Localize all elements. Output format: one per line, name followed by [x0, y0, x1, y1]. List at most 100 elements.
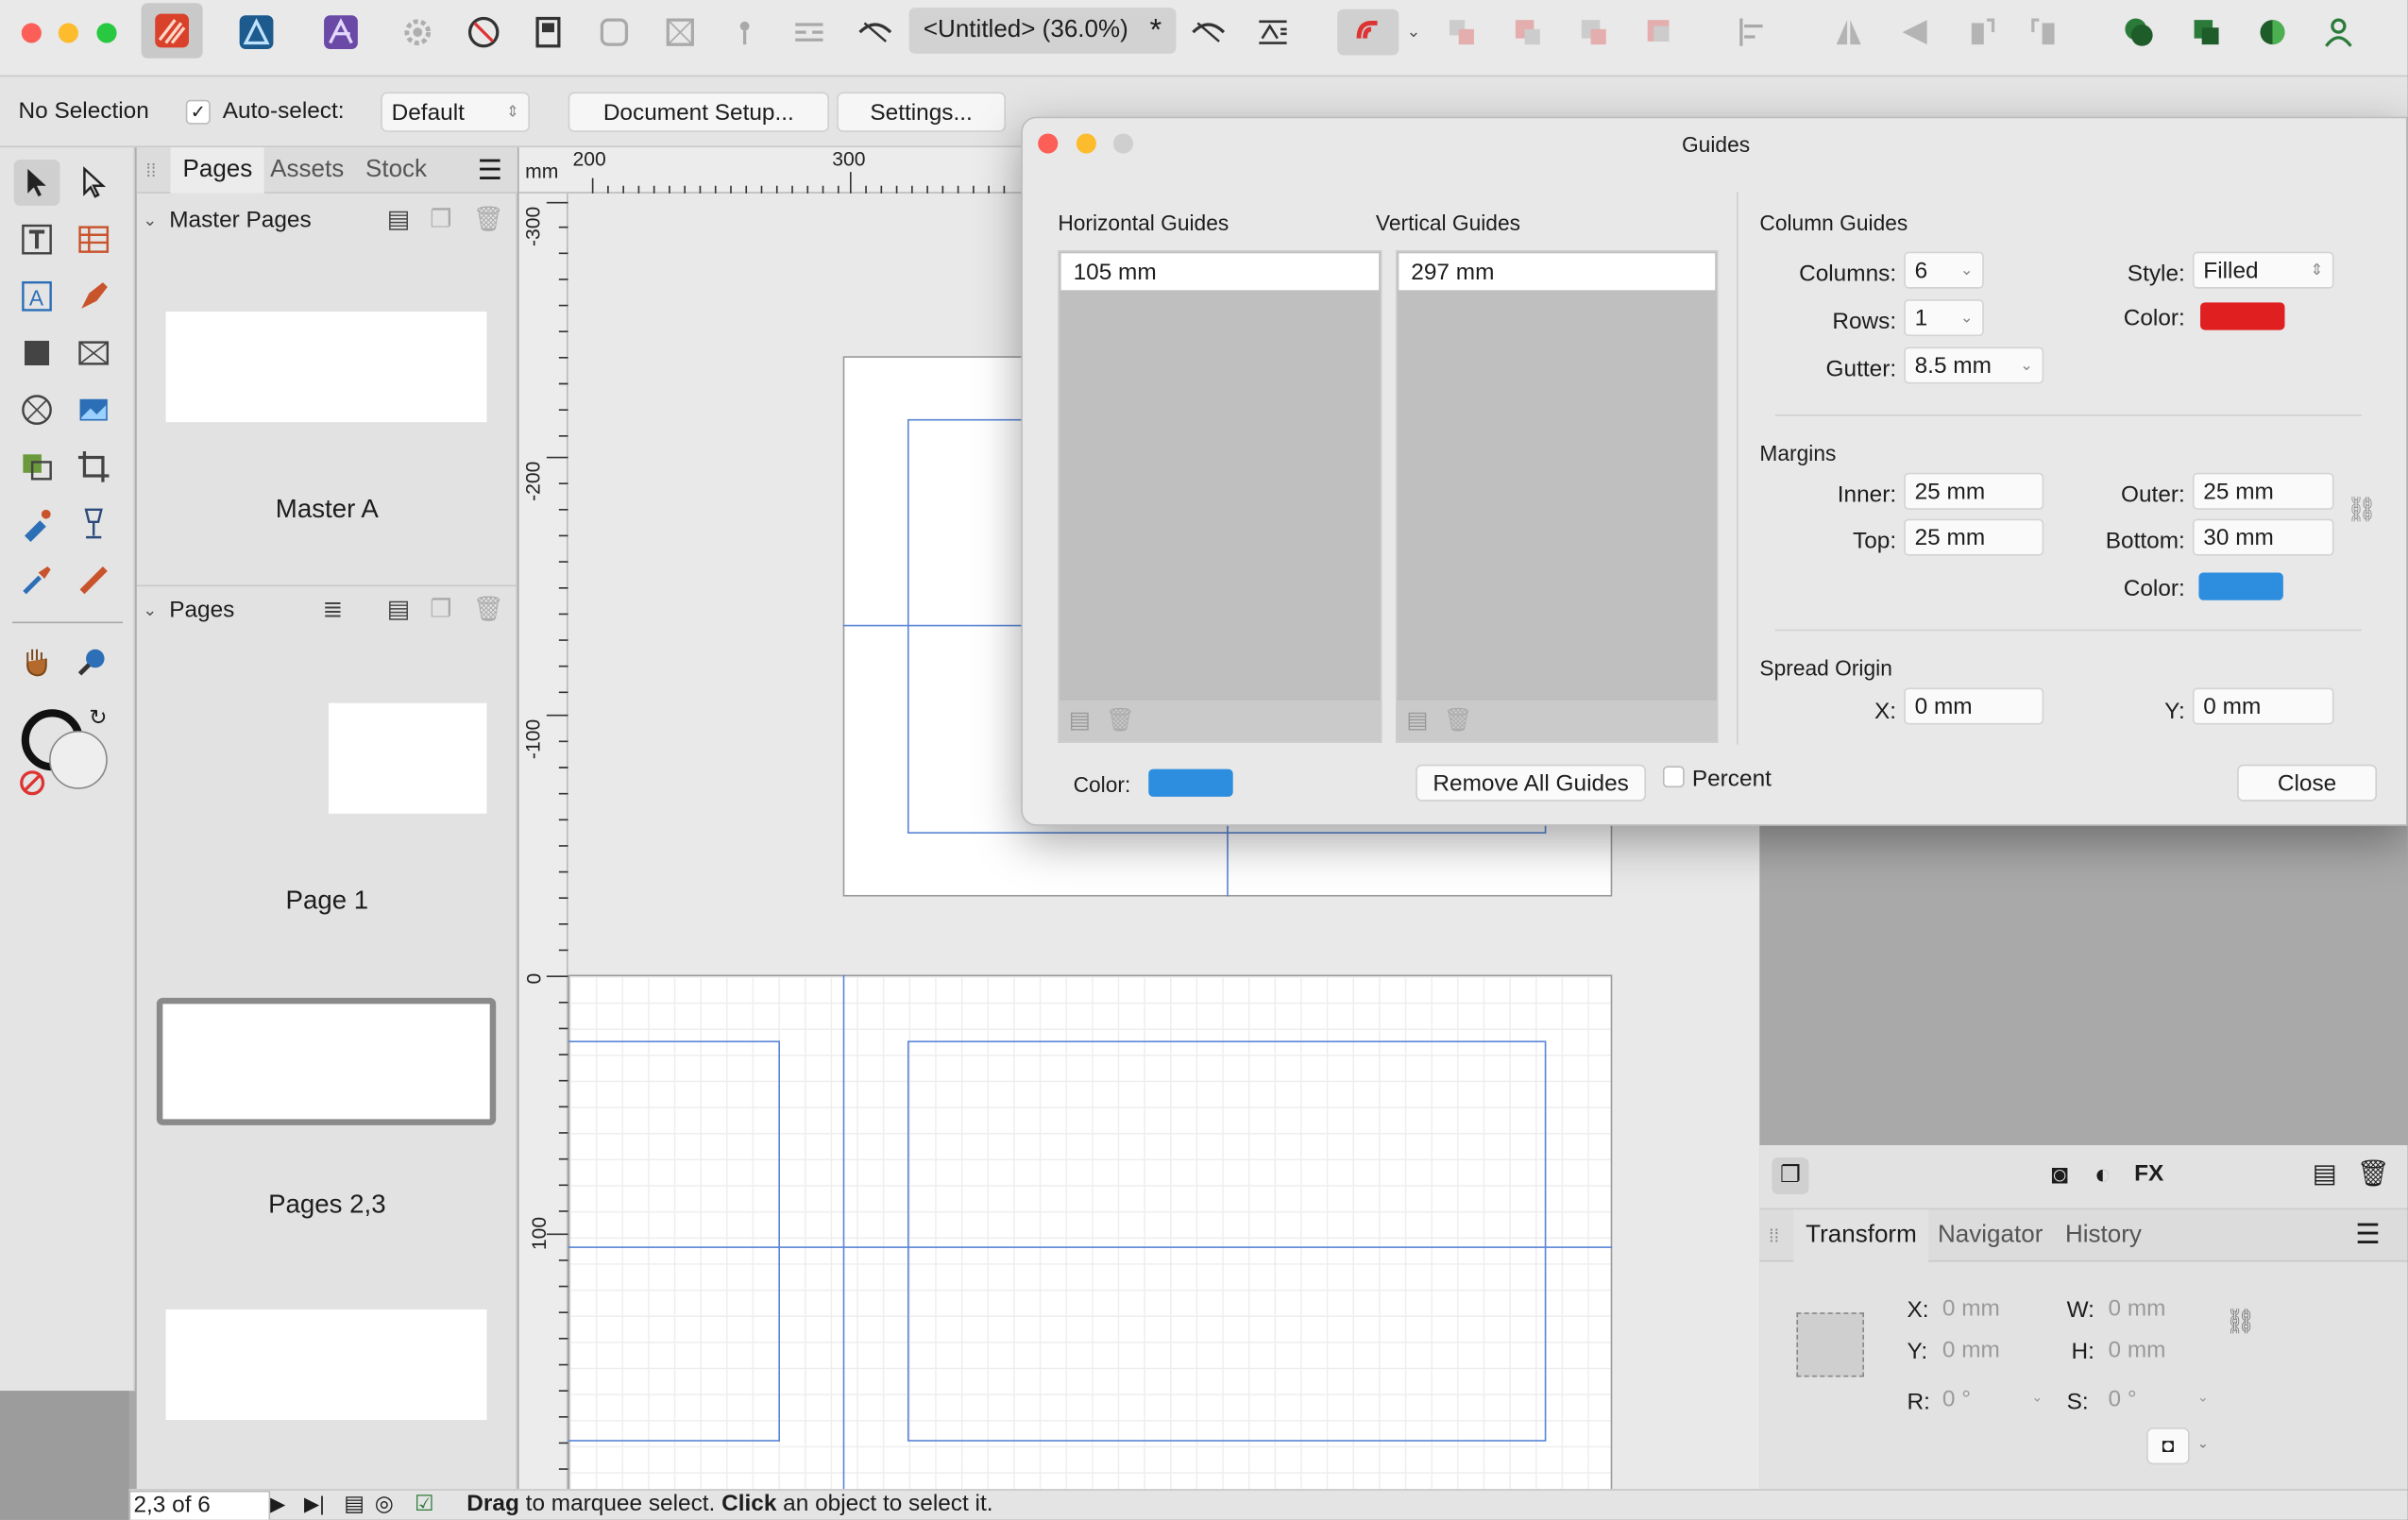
designer-persona-icon[interactable] [230, 9, 282, 56]
transform-origin-icon[interactable]: ◘ [2146, 1427, 2190, 1465]
page-1-thumbnail[interactable] [328, 702, 487, 814]
panel-grip-icon[interactable]: ⁞⁞ [1769, 1225, 1779, 1247]
measure-tool-icon[interactable] [71, 557, 117, 603]
window-zoom-button[interactable] [96, 23, 117, 43]
move-backward-icon[interactable] [1501, 9, 1553, 56]
chevron-down-icon[interactable]: ⌄ [2020, 357, 2033, 374]
top-field[interactable]: 25 mm [1904, 518, 2044, 556]
anchor-point-selector[interactable] [1796, 1312, 1864, 1377]
text-style-icon[interactable] [1246, 9, 1298, 56]
outer-field[interactable]: 25 mm [2192, 472, 2334, 510]
node-tool-icon[interactable] [71, 160, 117, 206]
page-indicator[interactable]: 2,3 of 6 [128, 1490, 271, 1520]
vertical-guides-list[interactable]: 297 mm ▤ 🗑︎ [1396, 250, 1719, 743]
x-value[interactable]: 0 mm [1942, 1295, 2000, 1322]
boolean-subtract-icon[interactable] [2180, 9, 2232, 56]
document-setup-button[interactable]: Document Setup... [568, 92, 830, 132]
y-value[interactable]: 0 mm [1942, 1337, 2000, 1363]
frame-icon[interactable] [588, 9, 640, 56]
guide-color-swatch[interactable] [1148, 768, 1233, 797]
no-color-icon[interactable] [20, 770, 45, 796]
edit-all-layers-icon[interactable]: ❐ [1772, 1157, 1809, 1195]
add-guide-icon[interactable]: ▤ [1069, 706, 1091, 735]
column-color-swatch[interactable] [2200, 302, 2285, 330]
add-master-icon[interactable]: ▤ [387, 204, 411, 235]
bottom-field[interactable]: 30 mm [2192, 518, 2334, 556]
close-button[interactable]: Close [2237, 764, 2378, 802]
gutter-field[interactable]: 8.5 mm ⌄ [1904, 346, 2044, 384]
fill-tool-icon[interactable] [14, 500, 60, 547]
autoselect-checkbox[interactable]: ✓ [185, 99, 211, 125]
publisher-persona-icon[interactable] [141, 3, 203, 59]
delete-guide-icon[interactable]: 🗑︎ [1443, 706, 1472, 735]
preview-toggle-icon[interactable]: ◎ [375, 1491, 394, 1517]
adjustment-icon[interactable]: ◐ [2094, 1159, 2111, 1191]
collapse-chevron-icon[interactable]: ⌄ [143, 600, 157, 620]
photo-persona-icon[interactable] [314, 9, 366, 56]
duplicate-master-icon[interactable]: ❐ [430, 204, 451, 235]
chevron-down-icon[interactable]: ⌄ [1960, 262, 1974, 279]
next-page-icon[interactable]: ▶ [270, 1492, 285, 1516]
rotate-right-icon[interactable] [2019, 9, 2071, 56]
autoselect-select[interactable]: Default ⇕ [381, 92, 530, 132]
swap-colors-icon[interactable]: ↻ [89, 704, 107, 731]
last-page-icon[interactable]: ▶| [304, 1492, 325, 1516]
margin-color-swatch[interactable] [2198, 572, 2283, 600]
tab-navigator[interactable]: Navigator [1925, 1209, 2055, 1261]
hand-tool-icon[interactable] [14, 638, 60, 684]
image-frame-icon[interactable] [654, 9, 706, 56]
transparency-tool-icon[interactable] [71, 500, 117, 547]
panel-menu-icon[interactable]: ☰ [2355, 1219, 2380, 1251]
style-select[interactable]: Filled ⇕ [2192, 251, 2334, 289]
delete-guide-icon[interactable]: 🗑︎ [1106, 706, 1135, 735]
pages-4-5-thumbnail[interactable] [165, 1309, 487, 1421]
inner-field[interactable]: 25 mm [1904, 472, 2044, 510]
user-icon[interactable] [2313, 9, 2365, 56]
h-value[interactable]: 0 mm [2108, 1337, 2165, 1363]
artistic-text-tool-icon[interactable]: A [14, 273, 60, 319]
s-chevron-icon[interactable]: ⌄ [2197, 1390, 2209, 1407]
delete-page-icon[interactable]: 🗑︎ [473, 594, 504, 625]
snapping-dropdown-chevron-icon[interactable]: ⌄ [1406, 22, 1420, 42]
pages-2-3-thumbnail[interactable] [156, 997, 497, 1125]
document-icon[interactable] [522, 9, 574, 56]
origin-y-field[interactable]: 0 mm [2192, 687, 2334, 725]
boolean-add-icon[interactable] [2112, 9, 2164, 56]
window-minimize-button[interactable] [58, 23, 78, 43]
page-options-icon[interactable]: ≣ [322, 594, 343, 625]
s-value[interactable]: 0 ° [2108, 1386, 2136, 1412]
remove-all-guides-button[interactable]: Remove All Guides [1416, 764, 1647, 802]
vector-crop-tool-icon[interactable] [14, 444, 60, 490]
percent-checkbox[interactable] [1662, 766, 1685, 788]
horizontal-guide-row[interactable]: 105 mm [1060, 253, 1380, 291]
tab-transform[interactable]: Transform [1793, 1209, 1929, 1262]
move-tool-icon[interactable] [13, 160, 60, 206]
r-value[interactable]: 0 ° [1942, 1386, 1971, 1412]
gear-icon[interactable] [392, 9, 444, 56]
move-back-icon[interactable] [1435, 9, 1487, 56]
settings-button[interactable]: Settings... [837, 92, 1007, 132]
chevron-down-icon[interactable]: ⌄ [1960, 310, 1974, 327]
pen-tool-icon[interactable] [71, 273, 117, 319]
fx-icon[interactable]: FX [2134, 1160, 2163, 1187]
picture-frame-tool-icon[interactable] [71, 330, 117, 377]
collapse-chevron-icon[interactable]: ⌄ [143, 210, 157, 230]
tab-assets[interactable]: Assets [258, 147, 356, 194]
preflight-icon[interactable] [458, 9, 510, 56]
flip-horizontal-icon[interactable] [1823, 9, 1874, 56]
vertical-ruler[interactable]: -300 -200 -100 0 100 [518, 193, 568, 1490]
rotate-left-icon[interactable] [1955, 9, 2007, 56]
columns-field[interactable]: 6 ⌄ [1904, 251, 1984, 289]
panel-grip-icon[interactable]: ⁞⁞ [145, 160, 156, 181]
hide-frames-icon[interactable] [849, 9, 901, 56]
mask-icon[interactable]: ◙ [2051, 1159, 2068, 1191]
page-layout-icon[interactable]: ▤ [344, 1491, 365, 1517]
rectangle-tool-icon[interactable] [14, 330, 60, 377]
align-left-icon[interactable] [1727, 9, 1779, 56]
master-a-thumbnail[interactable] [165, 312, 487, 423]
move-front-icon[interactable] [1634, 9, 1686, 56]
fill-color-swatch[interactable] [49, 730, 108, 789]
zoom-tool-icon[interactable] [71, 638, 117, 684]
transform-origin-chevron-icon[interactable]: ⌄ [2197, 1435, 2209, 1452]
flip-vertical-icon[interactable] [1889, 9, 1941, 56]
